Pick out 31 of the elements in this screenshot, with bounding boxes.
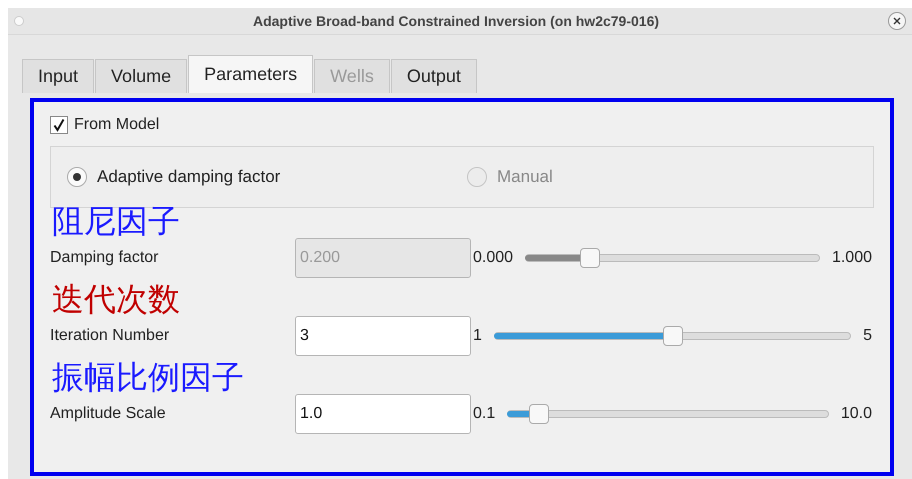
field-label: Damping factor [50, 249, 160, 267]
field-label: Amplitude Scale [50, 405, 167, 423]
slider-track[interactable] [494, 326, 852, 346]
range-min: 0.1 [473, 405, 496, 423]
input-field[interactable]: 1.0 [295, 394, 471, 434]
checkbox-label: From Model [74, 116, 160, 134]
range-min: 0.000 [473, 249, 514, 267]
radio-label: Adaptive damping factor [97, 167, 280, 187]
annotation-text: 迭代次数 [51, 282, 181, 316]
tab[interactable]: Input [22, 59, 94, 93]
tab[interactable]: Volume [95, 59, 188, 93]
radio-label: Manual [497, 167, 553, 187]
annotation-text: 振幅比例因子 [51, 360, 245, 394]
range-max: 10.0 [840, 405, 872, 423]
tab[interactable]: Output [390, 59, 477, 93]
slider-track[interactable] [525, 248, 820, 268]
slider-track[interactable] [507, 404, 829, 424]
window-menu-icon[interactable] [14, 16, 24, 26]
slider-handle[interactable] [662, 326, 682, 346]
range-max: 1.000 [832, 249, 872, 267]
input-field[interactable]: 3 [295, 316, 471, 356]
annotation-text: 阻尼因子 [51, 204, 181, 238]
close-icon[interactable] [888, 12, 906, 30]
window-title: Adaptive Broad-band Constrained Inversion (on hw2c79-016) [252, 13, 660, 29]
range-max: 5 [863, 327, 872, 345]
radio-button[interactable] [67, 167, 87, 187]
range-min: 1 [473, 327, 482, 345]
checkbox[interactable] [50, 116, 68, 134]
field-label: Iteration Number [50, 327, 170, 345]
tab[interactable]: Parameters [188, 55, 314, 93]
slider-handle[interactable] [529, 404, 550, 424]
